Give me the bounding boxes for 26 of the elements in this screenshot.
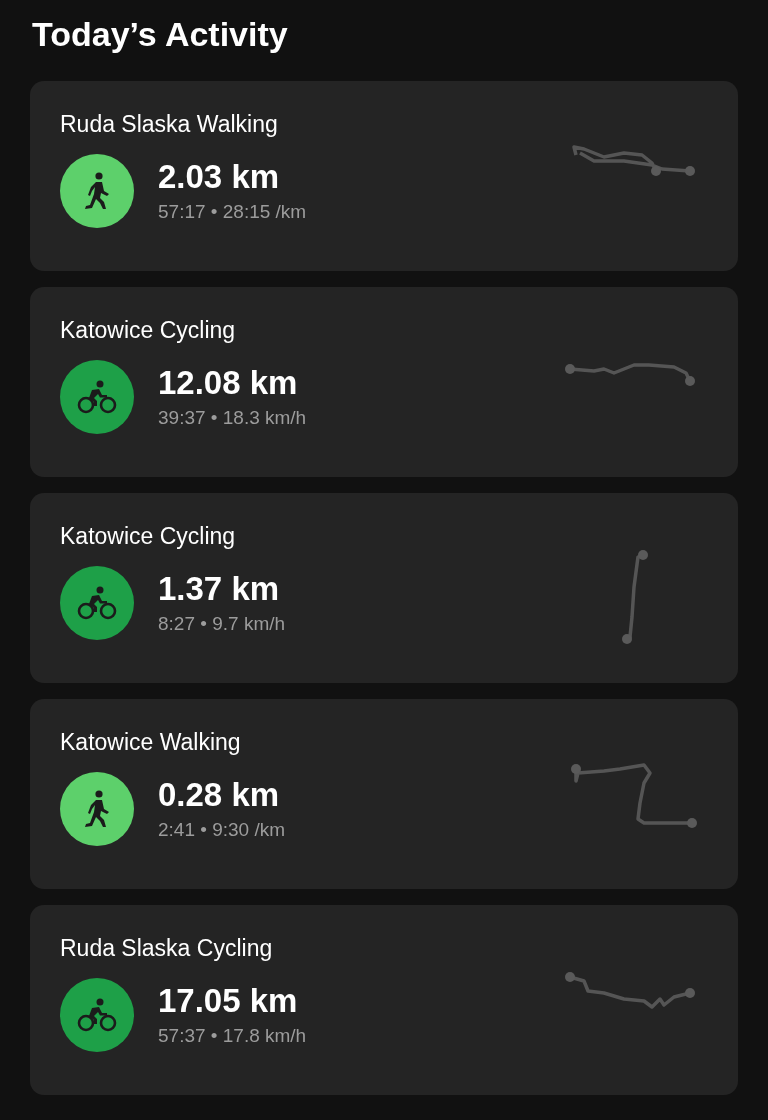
distance-value: 0.28 km (158, 776, 281, 814)
distance-value: 1.37 km (158, 570, 281, 608)
walking-person-icon (82, 172, 112, 211)
page-title: Today’s Activity (32, 14, 289, 55)
activity-stats: 57:17 • 28:15 /km (158, 200, 307, 224)
activity-title: Ruda Slaska Walking (60, 110, 279, 139)
walking-person-icon (82, 790, 112, 829)
activity-card[interactable]: Katowice Cycling 1.37 km 8:27 • 9.7 km/h (30, 492, 738, 683)
distance-value: 2.03 km (158, 158, 281, 196)
activity-title: Ruda Slaska Cycling (60, 934, 274, 963)
cyclist-icon (77, 380, 117, 415)
activity-title: Katowice Walking (60, 728, 242, 757)
distance-value: 17.05 km (158, 982, 299, 1020)
activity-stats: 8:27 • 9.7 km/h (158, 612, 286, 636)
activity-stats: 2:41 • 9:30 /km (158, 818, 286, 842)
cyclist-icon (77, 586, 117, 621)
activity-stats: 57:37 • 17.8 km/h (158, 1024, 307, 1048)
activity-card[interactable]: Ruda Slaska Walking 2.03 km 57:17 • 28:15 /km (30, 80, 738, 271)
distance-value: 12.08 km (158, 364, 299, 402)
activity-card[interactable]: Katowice Cycling 12.08 km 39:37 • 18.3 km/h (30, 286, 738, 477)
activity-stats: 39:37 • 18.3 km/h (158, 406, 307, 430)
cyclist-icon (77, 998, 117, 1033)
activity-title: Katowice Cycling (60, 316, 237, 345)
activity-card[interactable]: Katowice Walking 0.28 km 2:41 • 9:30 /km (30, 698, 738, 889)
activity-title: Katowice Cycling (60, 522, 237, 551)
activity-card[interactable]: Ruda Slaska Cycling 17.05 km 57:37 • 17.8 km/h (30, 904, 738, 1095)
